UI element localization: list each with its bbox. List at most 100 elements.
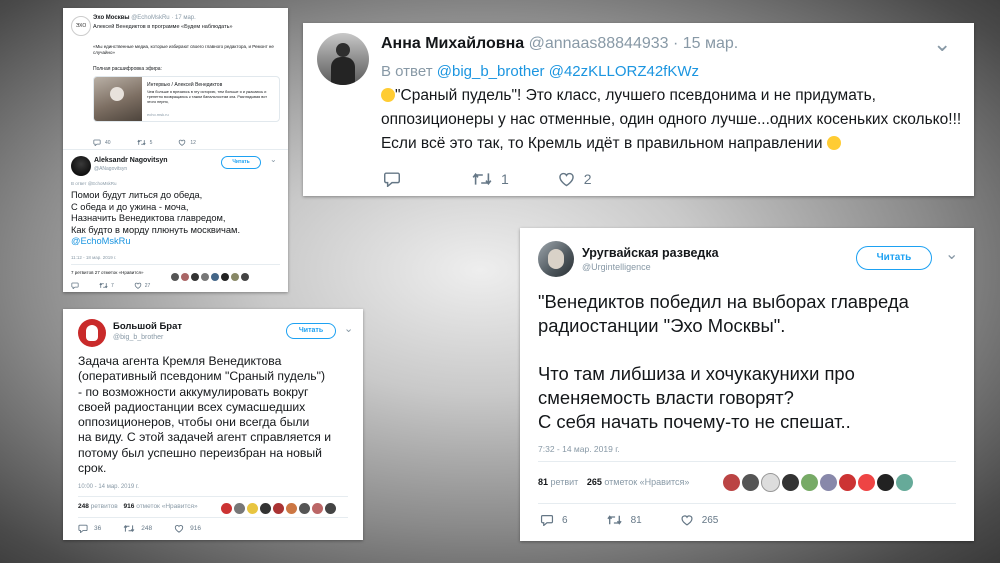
tweet-line: "Венедиктов победил на выборах главреда (538, 291, 909, 312)
reply-icon (71, 282, 79, 289)
tweet-line: своей радиостанции всех сумасшедших (78, 399, 306, 414)
tweet-line: (оперативный псевдоним "Сраный пудель") (78, 369, 326, 384)
emoji-icon (381, 88, 395, 102)
tweet-date[interactable]: · 15 мар. (673, 35, 738, 52)
retweets-total: 81 (538, 477, 549, 487)
author-name[interactable]: Уругвайская разведка (582, 246, 719, 260)
avatar[interactable] (71, 156, 91, 176)
link-preview[interactable]: Интервью / Алексей Венедиктов Чем больше… (93, 76, 280, 122)
tweet-date[interactable]: · 17 мар. (171, 15, 195, 21)
reply-label: В ответ (381, 63, 433, 80)
follow-button[interactable]: Читать (856, 246, 932, 270)
like-button[interactable] (174, 524, 184, 533)
retweet-count: 1 (501, 171, 509, 187)
like-button[interactable] (680, 514, 694, 526)
retweet-count: 5 (149, 139, 153, 146)
tweet-card-echo: ЭХО Эхо Москвы @EchoMskRu · 17 мар. Алек… (63, 8, 288, 292)
retweet-count: 81 (630, 514, 642, 526)
reply-users[interactable]: @big_b_brother @42zKLLORZ42fKWz (437, 63, 699, 80)
preview-image (94, 77, 142, 121)
retweet-button[interactable] (471, 171, 493, 187)
author-name[interactable]: Большой Брат (113, 321, 182, 332)
likes-label: отметок «Нравится» (604, 477, 690, 487)
author-name[interactable]: Эхо Москвы (93, 15, 130, 21)
retweet-button[interactable] (99, 282, 108, 289)
engagement-stats[interactable]: 248 ретвитов 916 отметок «Нравится» (78, 503, 198, 510)
author-handle[interactable]: @annaas88844933 (529, 35, 669, 52)
engagement-stats[interactable]: 7 ретвитов 27 отметок «Нравится» (71, 270, 144, 275)
reply-to[interactable]: В ответ @EchoMskRu (71, 181, 117, 186)
avatar[interactable] (538, 241, 574, 277)
retweet-button[interactable] (606, 514, 623, 526)
read-more: Полная расшифровка эфира: (93, 66, 162, 72)
chevron-down-icon[interactable]: ⌄ (270, 155, 277, 164)
author-name[interactable]: Aleksandr Nagovitsyn (94, 157, 168, 164)
reply-count: 36 (94, 525, 102, 532)
reply-count: 40 (105, 139, 111, 146)
liker-avatars[interactable] (171, 268, 251, 286)
chevron-down-icon[interactable]: ⌄ (344, 322, 353, 335)
likes-label: отметок «Нравится» (136, 503, 198, 510)
preview-title: Интервью / Алексей Венедиктов (147, 82, 223, 88)
avatar[interactable] (317, 33, 369, 85)
liker-avatars[interactable] (221, 500, 338, 518)
retweet-icon (136, 139, 146, 146)
like-button[interactable] (134, 282, 142, 289)
author-handle[interactable]: @Urgintelligence (582, 262, 651, 272)
retweet-button[interactable] (123, 524, 135, 533)
heart-icon (174, 525, 184, 533)
chevron-down-icon[interactable]: ⌄ (945, 244, 958, 264)
like-count: 265 (701, 514, 719, 526)
retweet-button[interactable] (136, 139, 146, 146)
author-handle[interactable]: @ANagovitsyn (94, 166, 127, 172)
reply-icon (384, 172, 400, 187)
tweet-line: оппозиционеров, чтобы они всегда были (78, 415, 310, 430)
follow-button[interactable]: Читать (221, 156, 261, 169)
tweet-line: на виду. С этой задачей агент справляетс… (78, 430, 332, 445)
engagement-stats[interactable]: 81 ретвит 265 отметок «Нравится» (538, 477, 689, 487)
liker-avatars[interactable] (723, 473, 915, 492)
tweet-line: оппозиционеры у нас отменные, один одног… (381, 111, 962, 128)
heart-icon (179, 139, 186, 146)
tweet-line: Если всё это так, то Кремль идёт в прави… (381, 135, 823, 152)
author-handle[interactable]: @big_b_brother (113, 334, 163, 341)
mention-link[interactable]: @EchoMskRu (71, 236, 240, 248)
retweet-count: 248 (141, 525, 153, 532)
avatar[interactable] (78, 319, 106, 347)
retweet-icon (99, 282, 108, 289)
heart-icon (134, 282, 142, 289)
reply-icon (78, 524, 88, 533)
author-name[interactable]: Анна Михайловна (381, 35, 524, 52)
reply-button[interactable] (383, 171, 401, 187)
retweets-total: 248 (78, 503, 89, 510)
chevron-down-icon[interactable]: ⌄ (933, 31, 951, 57)
tweet-line: потому был успешно переизбран на новый (78, 445, 322, 460)
tweet-line: С обеда и до ужина - моча, (71, 201, 189, 212)
retweet-icon (606, 515, 622, 525)
reply-button[interactable] (78, 524, 88, 533)
tweet-card-big-brother: Большой Брат @big_b_brother Читать ⌄ Зад… (63, 309, 363, 540)
tweet-time[interactable]: 11:12 - 18 мар. 2019 г. (71, 255, 116, 260)
tweet-line: срок. (78, 461, 107, 476)
reply-button[interactable] (540, 514, 554, 526)
like-button[interactable] (557, 171, 576, 187)
preview-text: Чем больше я врезаюсь в эту историю, тем… (147, 90, 267, 104)
reply-button[interactable] (71, 282, 79, 289)
like-button[interactable] (178, 139, 186, 146)
follow-button[interactable]: Читать (286, 323, 336, 339)
tweet-time[interactable]: 10:00 - 14 мар. 2019 г. (78, 484, 139, 490)
author-handle[interactable]: @EchoMskRu (131, 15, 169, 21)
preview-domain: echo.msk.ru (147, 112, 169, 117)
likes-total: 916 (123, 503, 135, 510)
avatar[interactable]: ЭХО (71, 16, 91, 36)
likes-total: 265 (586, 477, 602, 487)
tweet-line: "Сраный пудель"! Это класс, лучшего псев… (395, 87, 876, 104)
emoji-icon (826, 136, 841, 150)
tweet-card-urgintelligence: Уругвайская разведка @Urgintelligence Чи… (520, 228, 974, 541)
reply-button[interactable] (93, 139, 101, 146)
tweet-line: Как будто в морду плюнуть москвичам. (71, 224, 241, 235)
tweet-time[interactable]: 7:32 - 14 мар. 2019 г. (538, 444, 620, 454)
tweet-text: Алексей Венедиктов в программе «Будем на… (93, 24, 233, 30)
like-count: 916 (190, 525, 201, 532)
like-count: 2 (583, 171, 592, 187)
